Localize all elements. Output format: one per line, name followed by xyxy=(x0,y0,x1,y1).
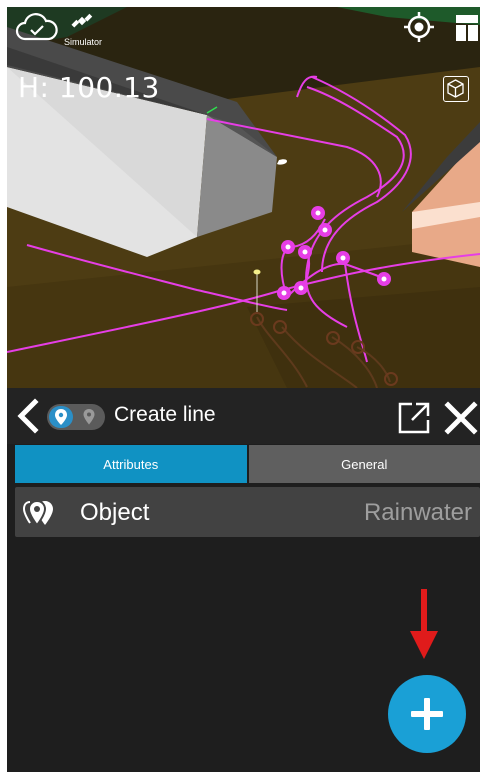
simulator-label: Simulator xyxy=(64,37,103,47)
map-view-3d[interactable]: Simulator H: 100.13 xyxy=(7,7,480,388)
open-external-icon[interactable] xyxy=(396,400,432,436)
attribute-label: Object xyxy=(80,499,150,526)
tab-bar: Attributes General xyxy=(15,445,480,483)
add-button[interactable] xyxy=(388,675,466,753)
cloud-check-icon[interactable] xyxy=(15,11,59,43)
map-pin-icon xyxy=(55,409,67,425)
line-mode-toggle[interactable] xyxy=(47,404,105,430)
satellite-icon xyxy=(71,13,93,28)
red-arrow-annotation-icon xyxy=(410,589,438,659)
view-3d-toggle[interactable] xyxy=(443,76,469,102)
toggle-knob xyxy=(49,406,73,428)
gps-target-icon[interactable] xyxy=(403,11,435,43)
tab-attributes[interactable]: Attributes xyxy=(15,445,247,483)
attribute-row-object[interactable]: Object Rainwater xyxy=(15,487,480,537)
pins-icon xyxy=(23,499,53,527)
location-pin-icon xyxy=(83,409,95,425)
layers-icon[interactable] xyxy=(454,13,480,43)
map-scene xyxy=(7,7,480,388)
attribute-value: Rainwater xyxy=(363,499,472,526)
close-icon[interactable] xyxy=(443,400,479,436)
tab-general[interactable]: General xyxy=(248,445,480,483)
height-readout: H: 100.13 xyxy=(18,71,160,104)
edit-toolbar: Create line xyxy=(7,388,480,444)
back-chevron-icon[interactable] xyxy=(11,397,45,435)
cube-icon xyxy=(447,79,464,98)
app-frame: Simulator H: 100.13 Create line Attribut… xyxy=(7,7,480,772)
plus-icon-vertical xyxy=(424,698,430,730)
toolbar-title: Create line xyxy=(114,403,216,426)
